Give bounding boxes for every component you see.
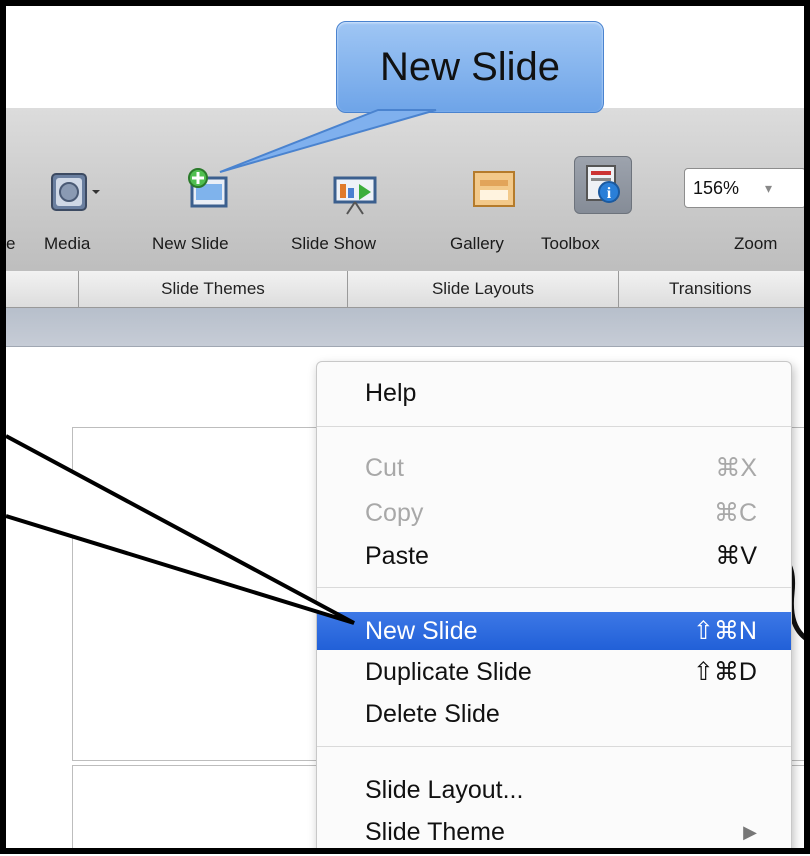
- screenshot-frame: e Media New Slide Slide Show Gallery i T…: [0, 0, 810, 856]
- annotation-arrows: [6, 109, 437, 625]
- menu-pointer: [6, 434, 355, 625]
- app-window: e Media New Slide Slide Show Gallery i T…: [0, 0, 810, 854]
- callout-pointer: [219, 109, 437, 173]
